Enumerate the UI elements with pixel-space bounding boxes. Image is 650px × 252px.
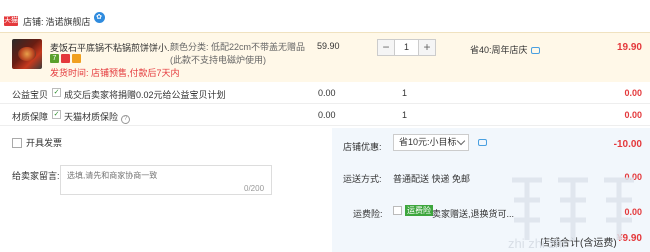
product-title-link[interactable]: 麦饭石平底锅不粘锅煎饼饼小... [50,41,170,54]
shipping-method: 普通配送 快递 免邮 [393,174,471,184]
tmall-badge: 天猫 [4,16,18,26]
invoice-label: 开具发票 [26,138,63,148]
help-icon[interactable]: ? [121,115,131,124]
service-label: 公益宝贝 [12,90,49,100]
discount-amount: -10.00 [613,139,642,150]
freight-insurance-label: 运费险: [353,209,383,219]
freight-insurance-badge: 运费险 [405,205,433,216]
credit-card-icon [72,54,81,63]
sku-info: 颜色分类: 低配22cm不带盖无赠品 (此款不支持电磁炉使用) [170,42,306,65]
promo-text: 省40:周年店庆 [470,43,540,56]
shop-total-label: 店铺合计(含运费) [540,238,617,249]
delivery-note: 发货时间: 店铺预售,付款后7天内 [50,68,180,78]
qty-minus-button[interactable]: − [377,39,395,56]
promo-label: 省40:周年店庆 [470,45,528,55]
service-price: 0.00 [318,88,336,98]
service-qty: 1 [402,110,408,120]
service-label: 材质保障 [12,112,49,122]
message-char-count: 0/200 [244,184,265,193]
store-label: 店铺: [23,16,44,27]
service-text-wrap: 天猫材质保险? [64,110,131,124]
guarantee-icon [61,54,70,63]
freight-insurance-checkbox[interactable] [393,206,402,215]
discount-selected: 省10元:小目标 [399,137,457,147]
message-field[interactable] [60,165,272,195]
freight-insurance-amount: 0.00 [624,207,642,217]
service-total: 0.00 [624,88,642,98]
message-label: 给卖家留言: [12,171,60,181]
product-tags: 7 [50,54,81,63]
shop-total-amount: ¥9.90 [616,233,642,244]
ww-chat-icon[interactable]: ✿ [93,11,105,23]
message-input[interactable] [61,166,271,194]
quantity-stepper: − 1 + [377,39,436,56]
freight-insurance-text: 卖家赠送,退换货可... [432,209,515,219]
service-checkbox[interactable]: ✓ [52,88,61,97]
seven-day-return-icon: 7 [50,54,59,63]
chat-icon[interactable] [530,47,540,54]
invoice-checkbox[interactable] [12,137,22,148]
chat-icon[interactable] [478,139,487,146]
service-row-charity: 公益宝贝 ✓ 成交后卖家将捐赠0.02元给公益宝贝计划 0.00 1 0.00 [0,82,650,104]
service-text: 成交后卖家将捐赠0.02元给公益宝贝计划 [64,90,226,100]
store-header: 天猫 店铺: 浩诺旗舰店 ✿ [0,10,105,32]
service-row-material: 材质保障 ✓ 天猫材质保险? 0.00 1 0.00 [0,104,650,126]
item-total: 19.90 [616,42,642,53]
shop-discount-label: 店铺优惠: [343,142,382,152]
service-text: 天猫材质保险 [64,112,119,122]
unit-price: 59.90 [317,41,340,51]
service-checkbox[interactable]: ✓ [52,110,61,119]
qty-input[interactable]: 1 [395,39,418,56]
product-thumbnail[interactable] [12,39,42,69]
service-qty: 1 [402,88,408,98]
shipping-label: 运送方式: [343,174,382,184]
shipping-amount: 0.00 [624,172,642,182]
store-name-link[interactable]: 浩诺旗舰店 [46,15,91,28]
service-price: 0.00 [318,110,336,120]
invoice-option[interactable]: 开具发票 [12,136,62,149]
chevron-down-icon [456,136,466,146]
qty-plus-button[interactable]: + [418,39,436,56]
order-item: 麦饭石平底锅不粘锅煎饼饼小... 7 发货时间: 店铺预售,付款后7天内 颜色分… [0,32,650,82]
service-total: 0.00 [624,110,642,120]
discount-select[interactable]: 省10元:小目标 [393,134,469,151]
